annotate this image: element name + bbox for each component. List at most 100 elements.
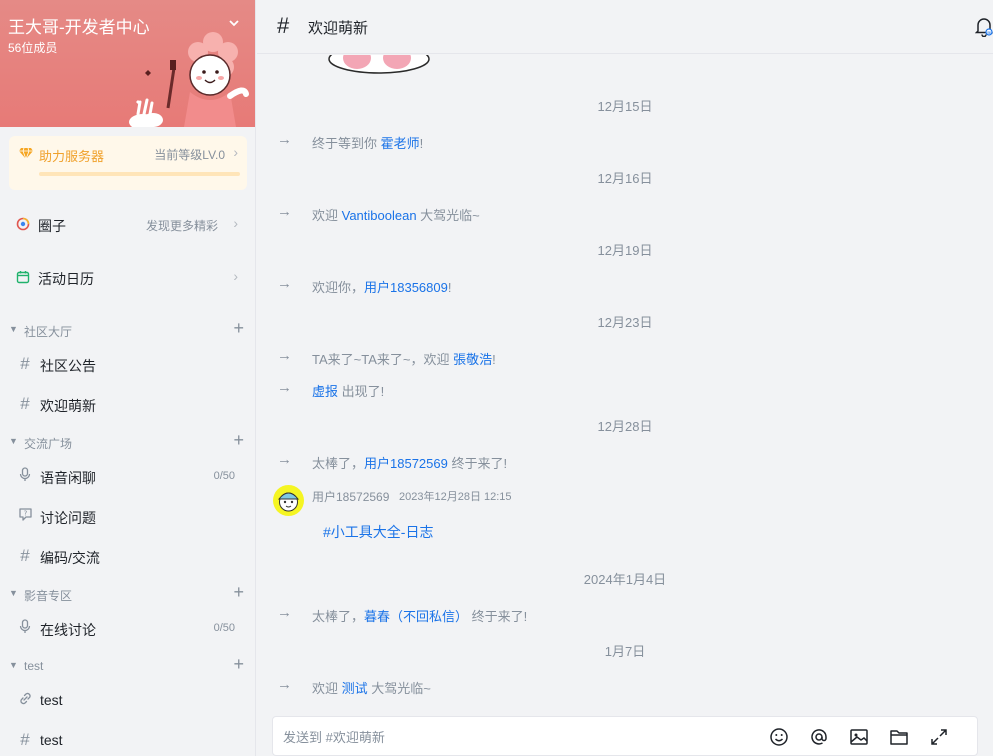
group-name: 交流广场 bbox=[24, 437, 73, 451]
date-separator: 12月28日 bbox=[597, 419, 653, 434]
banner-illustration bbox=[129, 32, 249, 127]
system-message: → 终于等到你 霍老师! bbox=[277, 131, 424, 151]
system-message: → 太棒了，用户18572569 终于来了! bbox=[277, 451, 508, 471]
channel-coding[interactable]: # 编码/交流 bbox=[8, 540, 248, 572]
group-media[interactable]: ▼ 影音专区 + bbox=[0, 582, 255, 605]
boost-level: 当前等级LV.0 bbox=[154, 148, 225, 162]
channel-name: 语音闲聊 bbox=[40, 470, 96, 486]
add-channel-icon[interactable]: + bbox=[233, 582, 244, 603]
link-icon bbox=[17, 691, 33, 710]
gem-icon bbox=[19, 147, 33, 159]
date-separator: 1月7日 bbox=[604, 644, 646, 659]
sticker-image bbox=[328, 55, 430, 74]
group-exchange-plaza[interactable]: ▼ 交流广场 + bbox=[0, 430, 255, 453]
channel-test-text[interactable]: # test bbox=[8, 724, 248, 756]
group-test[interactable]: ▼ test + bbox=[0, 654, 255, 677]
circle-icon bbox=[16, 217, 30, 231]
arrow-right-icon: → bbox=[277, 347, 292, 364]
server-banner[interactable]: 王大哥-开发者中心 56位成员 bbox=[0, 0, 255, 127]
mention-icon[interactable] bbox=[808, 726, 830, 748]
nav-circle[interactable]: 圈子 发现更多精彩 › bbox=[0, 207, 255, 243]
hash-icon: # bbox=[20, 394, 30, 413]
member-count: 56位成员 bbox=[8, 41, 58, 55]
channel-name: test bbox=[40, 732, 63, 748]
channel-voice-chat[interactable]: 语音闲聊 0/50 bbox=[8, 460, 248, 492]
channel-online-discussion[interactable]: 在线讨论 0/50 bbox=[8, 612, 248, 644]
group-name: 社区大厅 bbox=[24, 325, 73, 339]
arrow-right-icon: → bbox=[277, 275, 292, 292]
user-message: 用户18572569 2023年12月28日 12:15 #小工具大全-日志 bbox=[257, 484, 993, 544]
chevron-right-icon: › bbox=[233, 215, 238, 231]
system-message: → 欢迎 测试 大驾光临~ bbox=[277, 676, 431, 696]
arrow-right-icon: → bbox=[277, 131, 292, 148]
channel-welcome[interactable]: # 欢迎萌新 bbox=[8, 388, 248, 420]
boost-label: 助力服务器 bbox=[39, 149, 105, 164]
system-message: → 太棒了，暮春（不回私信） 终于来了! bbox=[277, 604, 528, 624]
nav-circle-label: 圈子 bbox=[38, 218, 66, 234]
nav-circle-hint: 发现更多精彩 bbox=[145, 219, 218, 233]
channel-name: 社区公告 bbox=[40, 358, 96, 374]
system-message: → 欢迎你，用户18356809! bbox=[277, 275, 452, 295]
channel-header: # 欢迎萌新 @ bbox=[257, 0, 993, 54]
add-channel-icon[interactable]: + bbox=[233, 654, 244, 675]
user-mention[interactable]: 虚报 bbox=[312, 384, 338, 399]
image-icon[interactable] bbox=[848, 726, 870, 748]
date-separator: 12月15日 bbox=[597, 99, 653, 114]
arrow-right-icon: → bbox=[277, 451, 292, 468]
bell-icon[interactable]: @ bbox=[975, 17, 993, 37]
group-community-hall[interactable]: ▼ 社区大厅 + bbox=[0, 318, 255, 341]
channel-name: 在线讨论 bbox=[40, 622, 96, 638]
channel-announcement[interactable]: # 社区公告 bbox=[8, 348, 248, 380]
add-channel-icon[interactable]: + bbox=[233, 430, 244, 451]
message-input[interactable] bbox=[283, 726, 743, 748]
user-mention[interactable]: 测试 bbox=[342, 681, 368, 696]
group-name: test bbox=[24, 659, 44, 673]
channel-discuss-questions[interactable]: ? 讨论问题 bbox=[8, 500, 248, 532]
avatar[interactable] bbox=[273, 485, 304, 516]
add-channel-icon[interactable]: + bbox=[233, 318, 244, 339]
hash-icon: # bbox=[20, 354, 30, 373]
hash-icon: # bbox=[20, 730, 30, 749]
caret-down-icon: ▼ bbox=[9, 588, 18, 598]
question-icon: ? bbox=[17, 507, 33, 526]
message-timestamp: 2023年12月28日 12:15 bbox=[399, 491, 512, 503]
expand-icon[interactable] bbox=[928, 726, 950, 748]
user-mention[interactable]: 用户18572569 bbox=[364, 456, 448, 471]
svg-text:@: @ bbox=[987, 30, 992, 36]
user-mention[interactable]: Vantiboolean bbox=[342, 208, 417, 223]
hash-icon: # bbox=[20, 546, 30, 565]
user-mention[interactable]: 用户18356809 bbox=[364, 280, 448, 295]
hash-icon: # bbox=[277, 13, 290, 38]
user-mention[interactable]: 霍老师 bbox=[381, 136, 420, 151]
nav-calendar[interactable]: 活动日历 › bbox=[0, 260, 255, 296]
date-separator: 12月19日 bbox=[597, 243, 653, 258]
calendar-icon bbox=[16, 271, 30, 284]
folder-icon[interactable] bbox=[888, 726, 910, 748]
date-separator: 12月23日 bbox=[597, 315, 653, 330]
voice-count: 0/50 bbox=[213, 622, 235, 634]
arrow-right-icon: → bbox=[277, 379, 292, 396]
arrow-right-icon: → bbox=[277, 604, 292, 621]
channel-test-link[interactable]: test bbox=[8, 684, 248, 716]
system-message: → TA来了~TA来了~，欢迎 張敬浩! bbox=[277, 347, 496, 367]
channel-link[interactable]: #小工具大全-日志 bbox=[323, 522, 433, 542]
emoji-icon[interactable] bbox=[768, 726, 790, 748]
caret-down-icon: ▼ bbox=[9, 436, 18, 446]
user-mention[interactable]: 暮春（不回私信） bbox=[364, 609, 468, 624]
sidebar: 王大哥-开发者中心 56位成员 助力服务器 当前等级LV.0 › 圈子 发现更多… bbox=[0, 0, 256, 756]
svg-text:?: ? bbox=[23, 510, 27, 518]
channel-name: 编码/交流 bbox=[40, 550, 100, 566]
message-composer bbox=[272, 716, 978, 756]
chevron-right-icon: › bbox=[233, 144, 238, 160]
user-mention[interactable]: 張敬浩 bbox=[453, 352, 492, 367]
message-username[interactable]: 用户18572569 bbox=[312, 488, 389, 505]
mic-icon bbox=[17, 467, 33, 486]
system-message: → 欢迎 Vantiboolean 大驾光临~ bbox=[277, 203, 480, 223]
caret-down-icon: ▼ bbox=[9, 660, 18, 670]
channel-name: test bbox=[40, 692, 63, 708]
chat-panel: # 欢迎萌新 @ 12月15日 12月16日 12月19日 12月23日 12月… bbox=[257, 0, 993, 756]
boost-server-card[interactable]: 助力服务器 当前等级LV.0 › bbox=[9, 136, 247, 190]
caret-down-icon: ▼ bbox=[9, 324, 18, 334]
channel-name: 讨论问题 bbox=[40, 510, 96, 526]
system-message: → 虚报 出现了! bbox=[277, 379, 385, 399]
